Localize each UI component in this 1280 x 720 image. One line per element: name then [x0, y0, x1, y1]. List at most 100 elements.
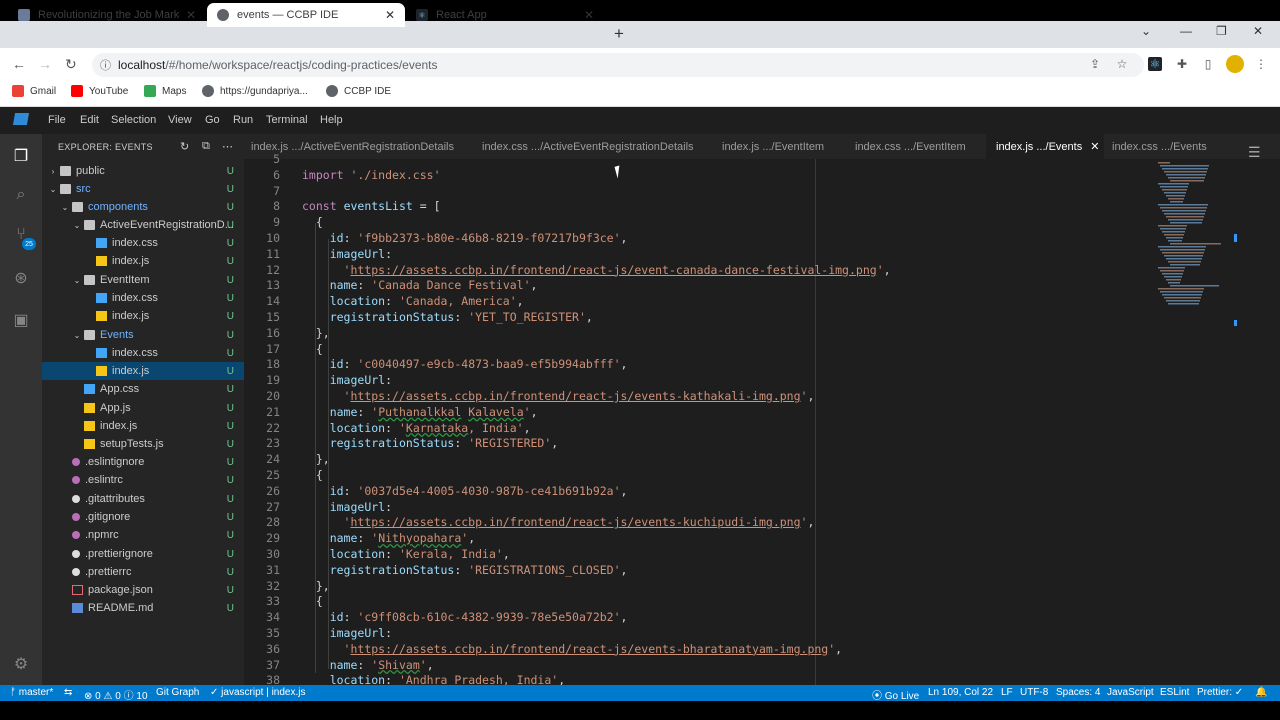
tree-item-prettierignore[interactable]: .prettierignore U	[42, 545, 244, 563]
language-mode-status[interactable]: JavaScript	[1107, 687, 1154, 698]
editor-tab-events-css[interactable]: index.css .../Events	[1112, 134, 1230, 159]
menu-file[interactable]: File	[48, 114, 66, 126]
tree-item-package-json[interactable]: package.json U	[42, 581, 244, 599]
tree-item-index-css[interactable]: index.css U	[42, 344, 244, 362]
tree-item-index-css[interactable]: index.css U	[42, 234, 244, 252]
settings-gear-icon[interactable]: ⚙	[10, 653, 32, 675]
address-bar[interactable]: ⓘ localhost/#/home/workspace/reactjs/cod…	[92, 53, 1144, 77]
eslint-status[interactable]: ESLint	[1160, 687, 1189, 698]
chevron-down-icon[interactable]: ⌄	[72, 221, 82, 230]
site-info-icon[interactable]: ⓘ	[100, 57, 111, 73]
menu-view[interactable]: View	[168, 114, 192, 126]
tree-item-prettierrc[interactable]: .prettierrc U	[42, 563, 244, 581]
tree-item-components[interactable]: ⌄ components U	[42, 198, 244, 216]
chevron-down-icon[interactable]: ⌄	[60, 203, 70, 212]
lang-check-status[interactable]: ✓ javascript | index.js	[210, 687, 305, 698]
close-tab-icon[interactable]: ✕	[385, 8, 395, 22]
menu-selection[interactable]: Selection	[111, 114, 156, 126]
menu-terminal[interactable]: Terminal	[266, 114, 308, 126]
refresh-explorer-icon[interactable]: ↻	[180, 140, 189, 153]
browser-tab-job-market[interactable]: Revolutionizing the Job Market | ✕	[8, 3, 206, 27]
bookmark-youtube[interactable]: YouTube	[71, 84, 128, 98]
bookmark-ccbp-ide[interactable]: CCBP IDE	[326, 84, 391, 98]
menu-run[interactable]: Run	[233, 114, 253, 126]
chevron-down-icon[interactable]: ⌄	[72, 276, 82, 285]
minimize-icon[interactable]: —	[1180, 24, 1192, 38]
split-editor-menu-icon[interactable]: ☰	[1248, 144, 1268, 160]
tree-item-public[interactable]: › public U	[42, 162, 244, 180]
react-devtools-icon[interactable]: ⚛	[1148, 57, 1162, 71]
profile-avatar[interactable]	[1226, 55, 1244, 73]
tree-item-app-js[interactable]: App.js U	[42, 399, 244, 417]
search-icon[interactable]: ⌕	[10, 184, 32, 206]
branch-status[interactable]: ᚠ master*	[10, 687, 53, 698]
close-tab-icon[interactable]: ✕	[584, 8, 594, 22]
tree-item-events[interactable]: ⌄ Events U	[42, 326, 244, 344]
problems-status[interactable]: ⊗ 0 ⚠ 0 ⓘ 10	[84, 687, 148, 702]
side-panel-icon[interactable]: ▯	[1201, 57, 1215, 71]
cursor-position-status[interactable]: Ln 109, Col 22	[928, 687, 993, 698]
bookmark-gmail[interactable]: Gmail	[12, 84, 56, 98]
more-actions-icon[interactable]: ⋯	[222, 140, 233, 153]
explorer-files-icon[interactable]: ❐	[10, 145, 32, 167]
code-line: 'https://assets.ccbp.in/frontend/react-j…	[343, 262, 891, 277]
run-debug-icon[interactable]: ⊛	[10, 267, 32, 289]
chevron-down-icon[interactable]: ⌄	[72, 331, 82, 340]
prettier-status[interactable]: Prettier: ✓	[1197, 687, 1243, 698]
tree-item-npmrc[interactable]: .npmrc U	[42, 526, 244, 544]
editor-tab-events-js[interactable]: index.js .../Events ✕	[986, 134, 1104, 159]
gmail-icon	[12, 85, 24, 97]
tree-item-index-js[interactable]: index.js U	[42, 362, 244, 380]
tree-item-setuptests-js[interactable]: setupTests.js U	[42, 435, 244, 453]
tree-item-gitattributes[interactable]: .gitattributes U	[42, 490, 244, 508]
menu-go[interactable]: Go	[205, 114, 220, 126]
share-icon[interactable]: ⇪	[1088, 57, 1102, 71]
git-graph-status[interactable]: Git Graph	[156, 687, 199, 698]
menu-help[interactable]: Help	[320, 114, 343, 126]
go-live-status[interactable]: ⦿ Go Live	[872, 687, 919, 702]
chevron-right-icon[interactable]: ›	[48, 167, 58, 176]
close-window-icon[interactable]: ✕	[1253, 24, 1263, 38]
tree-item-gitignore[interactable]: .gitignore U	[42, 508, 244, 526]
close-tab-icon[interactable]: ✕	[186, 8, 196, 22]
bookmark-gundapriya[interactable]: https://gundapriya...	[202, 84, 308, 98]
reload-icon[interactable]: ↻	[65, 56, 77, 73]
encoding-status[interactable]: UTF-8	[1020, 687, 1048, 698]
restore-icon[interactable]: ❐	[1216, 24, 1227, 38]
collapse-folders-icon[interactable]: ⧉	[202, 140, 210, 153]
browser-tab-react-app[interactable]: ⚛ React App ✕	[406, 3, 604, 27]
new-tab-icon[interactable]: +	[614, 24, 624, 44]
menu-edit[interactable]: Edit	[80, 114, 99, 126]
browser-menu-icon[interactable]: ⋮	[1254, 57, 1268, 71]
tree-item-index-js[interactable]: index.js U	[42, 252, 244, 270]
back-icon[interactable]: ←	[12, 56, 26, 72]
indentation-status[interactable]: Spaces: 4	[1056, 687, 1100, 698]
eol-status[interactable]: LF	[1001, 687, 1013, 698]
sync-icon[interactable]: ⇆	[64, 687, 72, 698]
tree-item-activeeventregistrationd[interactable]: ⌄ ActiveEventRegistrationD... U	[42, 216, 244, 234]
notifications-bell-icon[interactable]: 🔔	[1255, 687, 1267, 698]
extensions-puzzle-icon[interactable]: ✚	[1175, 57, 1189, 71]
forward-icon[interactable]: →	[38, 56, 52, 72]
extensions-icon[interactable]: ▣	[10, 309, 32, 331]
tree-item-app-css[interactable]: App.css U	[42, 380, 244, 398]
editor-tab-eventitem-css[interactable]: index.css .../EventItem	[855, 134, 979, 159]
minimap[interactable]	[1154, 159, 1228, 309]
tree-item-eslintignore[interactable]: .eslintignore U	[42, 453, 244, 471]
bookmark-maps[interactable]: Maps	[144, 84, 186, 98]
tree-item-index-css[interactable]: index.css U	[42, 289, 244, 307]
browser-tab-ccbp-ide[interactable]: events — CCBP IDE ✕	[207, 3, 405, 27]
tree-item-eventitem[interactable]: ⌄ EventItem U	[42, 271, 244, 289]
editor-tab-eventitem-js[interactable]: index.js .../EventItem	[722, 134, 842, 159]
tree-item-eslintrc[interactable]: .eslintrc U	[42, 471, 244, 489]
tree-item-index-js[interactable]: index.js U	[42, 417, 244, 435]
tab-search-chevron-icon[interactable]: ⌄	[1141, 24, 1151, 38]
editor-tab-active-registration-css[interactable]: index.css .../ActiveEventRegistrationDet…	[482, 134, 710, 159]
close-editor-tab-icon[interactable]: ✕	[1090, 140, 1099, 153]
chevron-down-icon[interactable]: ⌄	[48, 185, 58, 194]
editor-tab-active-registration-js[interactable]: index.js .../ActiveEventRegistrationDeta…	[251, 134, 471, 159]
tree-item-index-js[interactable]: index.js U	[42, 307, 244, 325]
tree-item-src[interactable]: ⌄ src U	[42, 180, 244, 198]
bookmark-star-icon[interactable]: ☆	[1115, 57, 1129, 71]
tree-item-readme-md[interactable]: README.md U	[42, 599, 244, 617]
